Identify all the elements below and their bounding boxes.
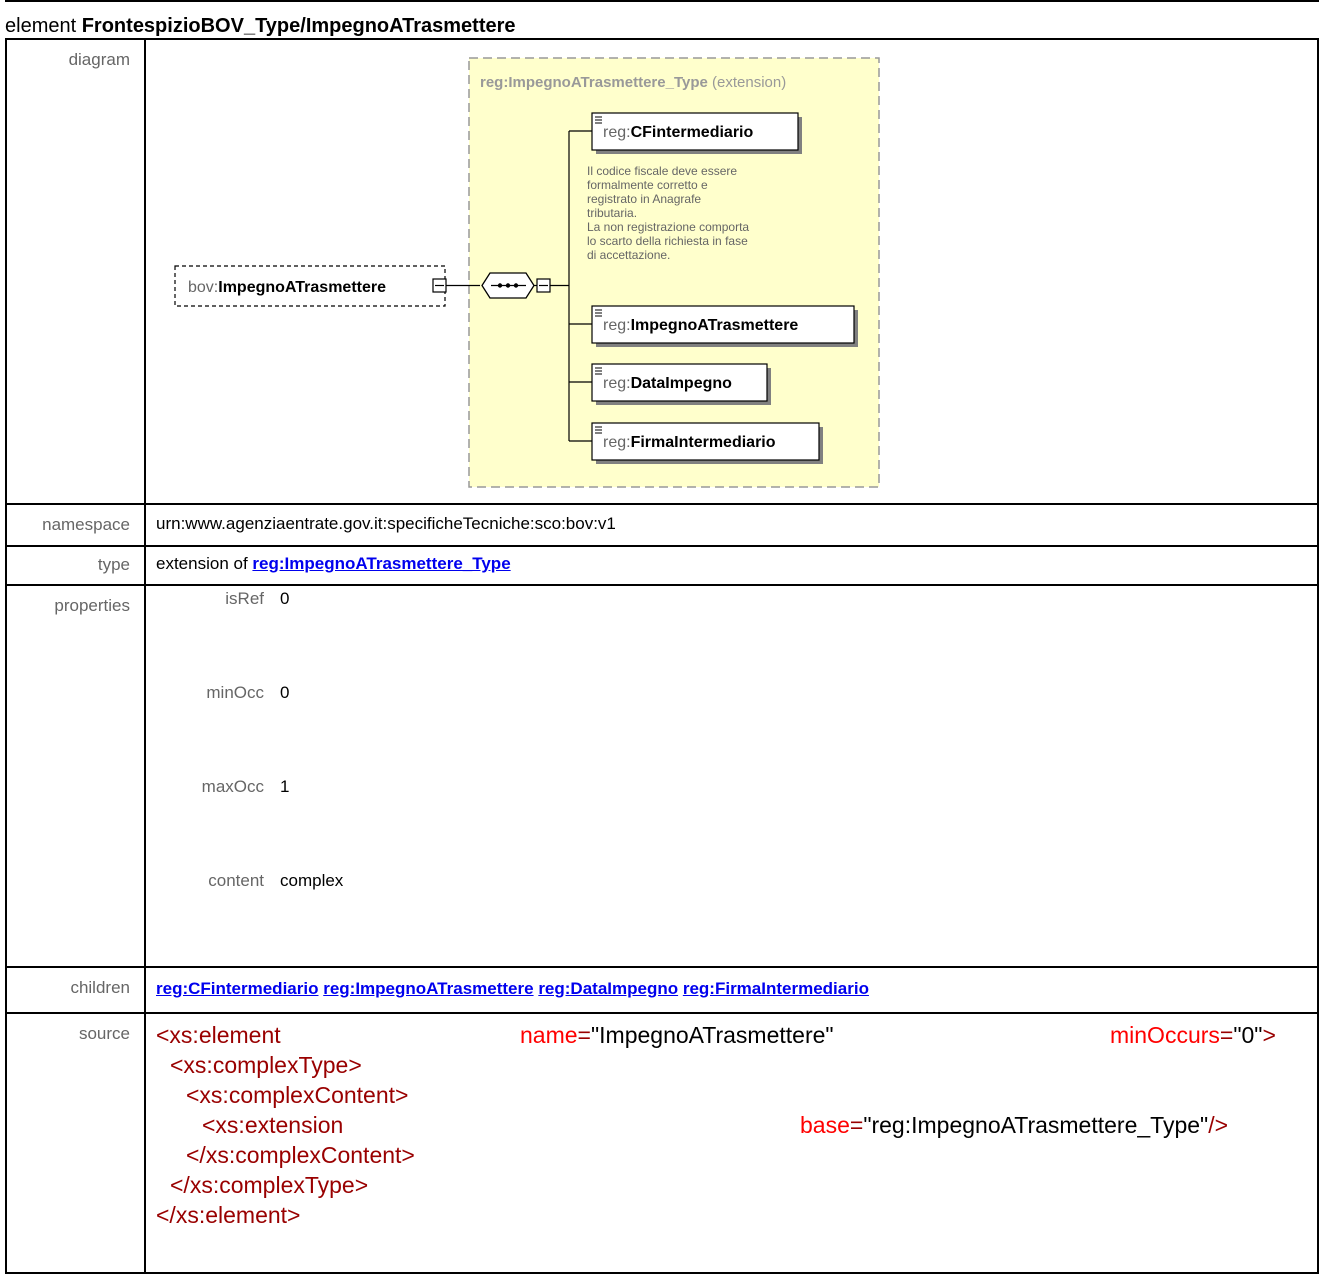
property-value: 0 (280, 683, 290, 702)
child-link-firmaintermediario[interactable]: reg:FirmaIntermediario (683, 979, 869, 998)
source-row: source <xs:element name="ImpegnoATrasmet… (5, 1012, 1319, 1274)
property-value: complex (280, 871, 344, 890)
element-doc-table: diagram reg:ImpegnoATrasmettere_Type (ex… (5, 38, 1319, 1274)
child-element-cfintermediario[interactable]: reg:CFintermediario (591, 112, 802, 154)
namespace-row: namespace urn:www.agenziaentrate.gov.it:… (5, 503, 1319, 547)
property-key: isRef (225, 589, 264, 608)
child-element-firmaintermediario[interactable]: reg:FirmaIntermediario (591, 422, 823, 464)
type-prefix: extension of (156, 554, 248, 573)
source-line-2: <xs:complexType> (170, 1052, 362, 1078)
source-cell: <xs:element name="ImpegnoATrasmettere" m… (144, 1012, 1319, 1274)
properties-table: isRef 0 minOcc 0 maxOcc 1 content comple… (146, 590, 344, 966)
property-key: content (208, 871, 264, 890)
complex-type-label: reg:ImpegnoATrasmettere_Type (extension) (480, 74, 786, 91)
child-element-dataimpegno[interactable]: reg:DataImpegno (591, 363, 771, 405)
element-collapse-icon[interactable] (432, 278, 447, 293)
source-line-1: <xs:element (156, 1022, 281, 1048)
diagram-cell: reg:ImpegnoATrasmettere_Type (extension)… (144, 38, 1319, 505)
type-row: type extension of reg:ImpegnoATrasmetter… (5, 545, 1319, 586)
property-value: 1 (280, 777, 290, 796)
svg-text:reg:ImpegnoATrasmettere: reg:ImpegnoATrasmettere (603, 317, 798, 334)
property-row: maxOcc 1 (146, 778, 343, 872)
schema-diagram-svg: reg:ImpegnoATrasmettere_Type (extension)… (174, 57, 880, 488)
element-box-label: bov:ImpegnoATrasmettere (188, 279, 386, 296)
properties-label: properties (5, 584, 146, 968)
type-link[interactable]: reg:ImpegnoATrasmettere_Type (252, 554, 510, 573)
diagram-label: diagram (5, 38, 146, 505)
property-value: 0 (280, 589, 290, 608)
type-label: type (5, 545, 146, 586)
namespace-value: urn:www.agenziaentrate.gov.it:specifiche… (156, 514, 616, 533)
namespace-cell: urn:www.agenziaentrate.gov.it:specifiche… (144, 503, 1319, 547)
child-link-cfintermediario[interactable]: reg:CFintermediario (156, 979, 318, 998)
type-cell: extension of reg:ImpegnoATrasmettere_Typ… (144, 545, 1319, 586)
property-key: minOcc (206, 683, 264, 702)
sequence-compositor-icon (481, 272, 535, 299)
property-row: content complex (146, 872, 343, 966)
element-heading: element FrontespizioBOV_Type/ImpegnoATra… (5, 0, 1319, 38)
source-line-6: </xs:complexType> (170, 1172, 369, 1198)
svg-text:reg:FirmaIntermediario: reg:FirmaIntermediario (603, 434, 776, 451)
property-row: minOcc 0 (146, 684, 343, 778)
source-line-4: <xs:extension (202, 1112, 344, 1138)
heading-element-name: FrontespizioBOV_Type/ImpegnoATrasmettere (81, 15, 516, 37)
svg-text:reg:DataImpegno: reg:DataImpegno (603, 375, 732, 392)
svg-text:reg:CFintermediario: reg:CFintermediario (603, 124, 753, 141)
properties-row: properties isRef 0 minOcc 0 maxOcc 1 con… (5, 584, 1319, 968)
source-label: source (5, 1012, 146, 1274)
property-row: isRef 0 (146, 590, 343, 684)
source-line-7: </xs:element> (156, 1202, 301, 1228)
source-line-5: </xs:complexContent> (186, 1142, 415, 1168)
source-line-3: <xs:complexContent> (186, 1082, 409, 1108)
properties-cell: isRef 0 minOcc 0 maxOcc 1 content comple… (144, 584, 1319, 968)
sequence-collapse-icon[interactable] (536, 278, 551, 293)
heading-prefix: element (5, 15, 77, 37)
child-link-dataimpegno[interactable]: reg:DataImpegno (538, 979, 678, 998)
child-element-impegnoatrasmettere[interactable]: reg:ImpegnoATrasmettere (591, 305, 858, 347)
diagram-row: diagram reg:ImpegnoATrasmettere_Type (ex… (5, 38, 1319, 505)
namespace-label: namespace (5, 503, 146, 547)
schema-diagram: reg:ImpegnoATrasmettere_Type (extension)… (146, 40, 1318, 503)
property-key: maxOcc (201, 777, 264, 796)
child-link-impegnoatrasmettere[interactable]: reg:ImpegnoATrasmettere (323, 979, 533, 998)
